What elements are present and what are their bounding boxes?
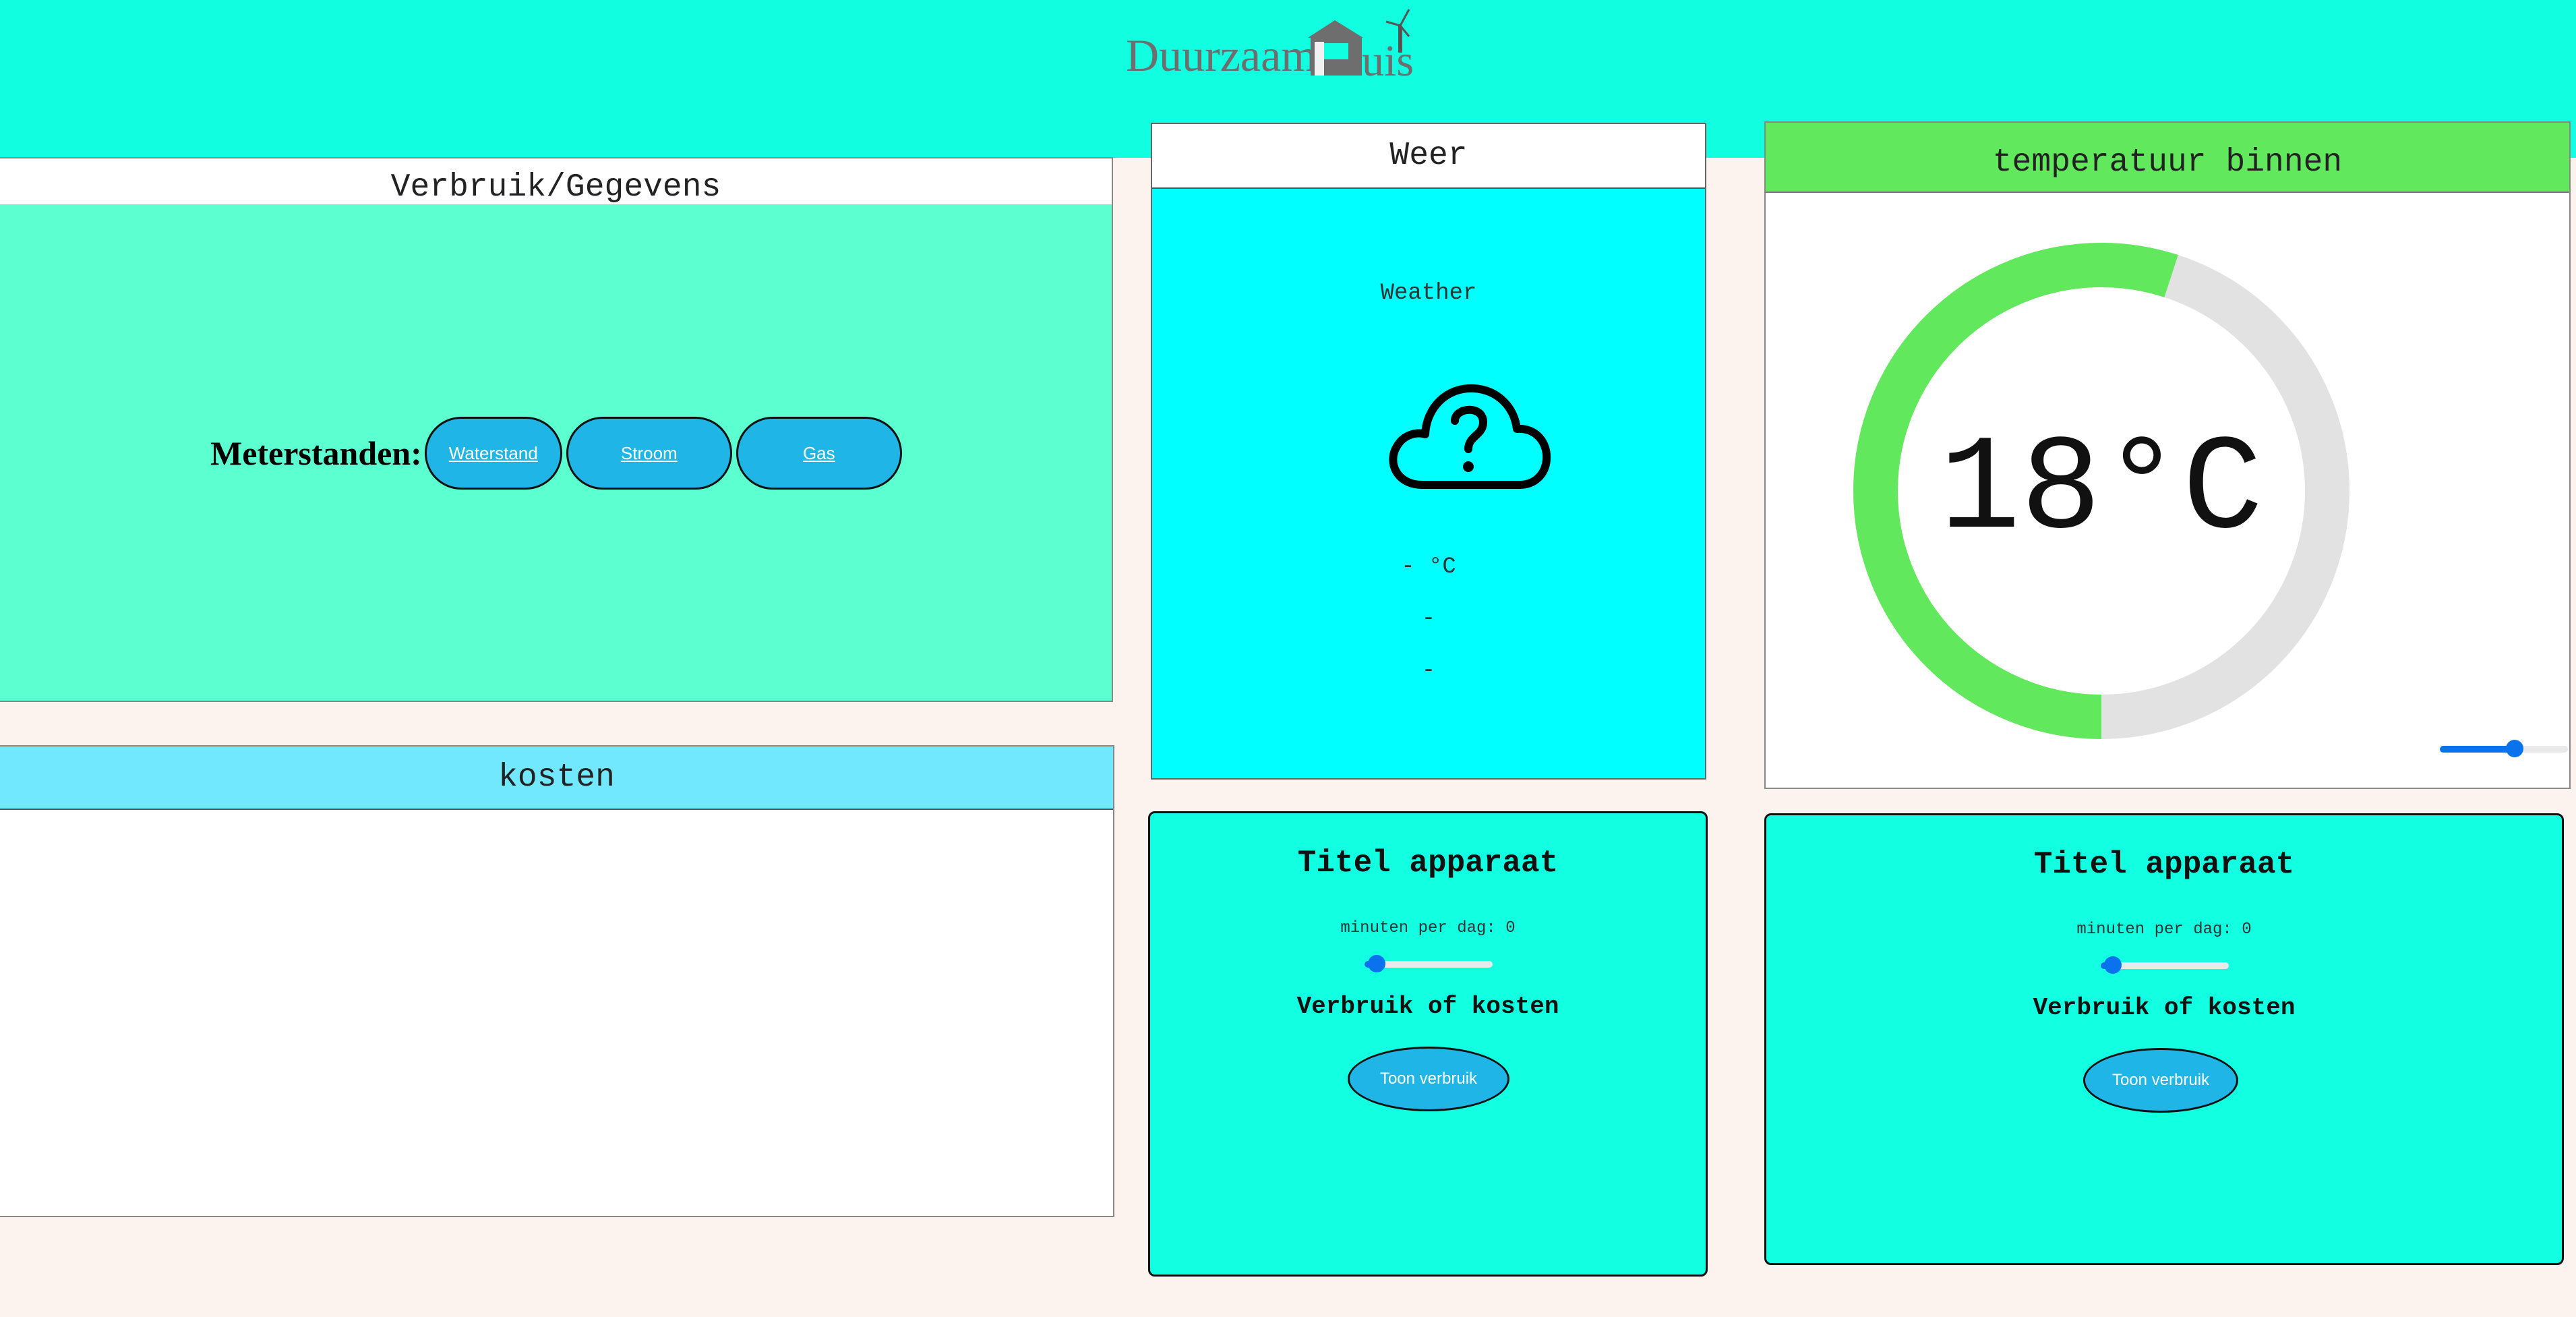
verbruik-of-kosten-label: Verbruik of kosten bbox=[2033, 994, 2296, 1022]
logo-text-uis: uis bbox=[1362, 36, 1414, 80]
kosten-panel: kosten bbox=[0, 745, 1114, 1217]
temperature-slider[interactable] bbox=[2440, 740, 2568, 757]
temperature-slider-fill bbox=[2440, 746, 2514, 753]
weer-title: Weer bbox=[1152, 124, 1705, 189]
toon-verbruik-button[interactable]: Toon verbruik bbox=[2083, 1048, 2238, 1113]
verbruik-title: Verbruik/Gegevens bbox=[0, 158, 1112, 206]
cloud-question-icon bbox=[1389, 384, 1551, 489]
minutes-slider[interactable] bbox=[2101, 956, 2229, 974]
apparaat-title: Titel apparaat bbox=[2033, 847, 2295, 882]
weather-label: Weather bbox=[1380, 281, 1477, 306]
minutes-slider[interactable] bbox=[1365, 955, 1493, 972]
weer-panel: Weer Weather - °C - - bbox=[1151, 123, 1706, 780]
indoor-temperature-value: 18°C bbox=[1939, 414, 2264, 568]
apparaat-title: Titel apparaat bbox=[1297, 846, 1559, 881]
meterstanden-label: Meterstanden: bbox=[210, 434, 422, 472]
kosten-title: kosten bbox=[0, 747, 1113, 810]
logo-text-duurzaam: Duurzaam bbox=[1126, 30, 1317, 80]
minutes-per-day-label: minuten per dag: 0 bbox=[1340, 919, 1516, 937]
toon-verbruik-button[interactable]: Toon verbruik bbox=[1348, 1047, 1509, 1111]
gas-button[interactable]: Gas bbox=[736, 417, 902, 490]
weather-temperature: - °C bbox=[1401, 554, 1456, 580]
waterstand-button[interactable]: Waterstand bbox=[424, 417, 562, 490]
temperature-slider-thumb[interactable] bbox=[2506, 740, 2523, 757]
meterstanden-row: Meterstanden: Waterstand Stroom Gas bbox=[210, 417, 906, 490]
apparaat-card-1: Titel apparaat minuten per dag: 0 Verbru… bbox=[1148, 811, 1708, 1277]
duurzaam-huis-logo[interactable]: Duurzaam uis bbox=[1126, 5, 1436, 80]
apparaat-card-2: Titel apparaat minuten per dag: 0 Verbru… bbox=[1764, 813, 2564, 1265]
stroom-button[interactable]: Stroom bbox=[566, 417, 732, 490]
minutes-per-day-label: minuten per dag: 0 bbox=[2076, 920, 2252, 939]
temperatuur-title: temperatuur binnen bbox=[1766, 123, 2569, 193]
verbruik-of-kosten-label: Verbruik of kosten bbox=[1296, 993, 1559, 1020]
weather-line-2: - bbox=[1421, 606, 1436, 632]
verbruik-panel: Verbruik/Gegevens Meterstanden: Watersta… bbox=[0, 157, 1113, 702]
weather-line-3: - bbox=[1421, 658, 1436, 684]
temperatuur-panel: temperatuur binnen 18°C bbox=[1764, 121, 2571, 789]
house-icon bbox=[1308, 20, 1363, 76]
minutes-slider-thumb[interactable] bbox=[1368, 955, 1385, 972]
minutes-slider-thumb[interactable] bbox=[2104, 956, 2122, 974]
